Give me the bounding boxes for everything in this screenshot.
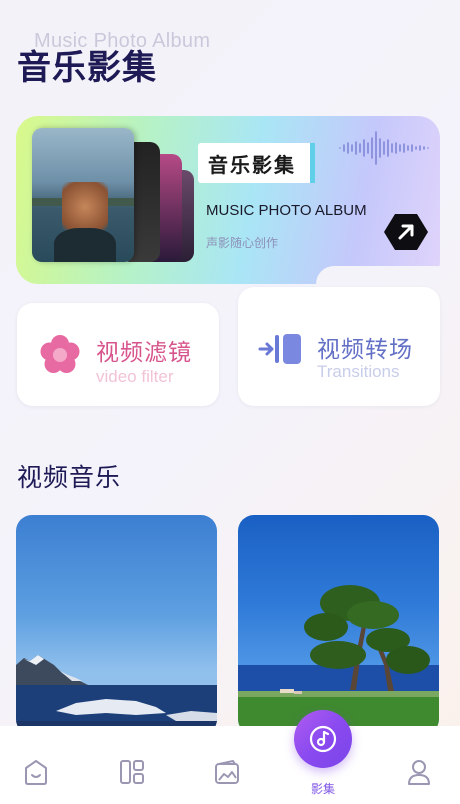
section-title: 视频音乐 xyxy=(17,463,122,492)
nav-item-profile[interactable] xyxy=(399,752,439,792)
media-card-1[interactable] xyxy=(16,515,217,735)
music-album-banner[interactable]: 音乐影集 MUSIC PHOTO ALBUM 声影随心创作 xyxy=(16,116,440,286)
video-filter-subtitle: video filter xyxy=(96,367,174,386)
bottom-navigation-bar xyxy=(0,726,460,804)
banner-tag-accent xyxy=(310,143,315,183)
video-filter-title: 视频滤镜 xyxy=(96,340,192,366)
sound-wave-icon xyxy=(339,131,429,165)
seaside-tree-image xyxy=(238,585,439,735)
video-transition-title: 视频转场 xyxy=(317,337,413,363)
video-filter-card[interactable]: 视频滤镜 video filter xyxy=(17,303,219,406)
nav-item-gallery[interactable] xyxy=(207,752,247,792)
banner-subtitle: 声影随心创作 xyxy=(206,236,279,250)
profile-icon xyxy=(408,760,430,785)
banner-tag: 音乐影集 xyxy=(198,143,314,183)
fjord-image xyxy=(16,655,217,735)
flower-icon xyxy=(40,335,80,373)
wallet-icon xyxy=(215,760,239,784)
nav-item-home[interactable] xyxy=(16,752,56,792)
transition-icon xyxy=(258,334,301,364)
photo-shoulder xyxy=(54,228,116,262)
video-transition-card[interactable]: 视频转场 Transitions xyxy=(238,287,440,406)
nav-item-album-label: 影集 xyxy=(310,782,335,796)
nav-item-album[interactable] xyxy=(294,710,352,768)
banner-title-en: MUSIC PHOTO ALBUM xyxy=(206,202,367,219)
photo-stack xyxy=(32,128,194,263)
banner-cutout xyxy=(316,266,440,286)
page-title: 音乐影集 xyxy=(17,48,157,88)
media-card-2[interactable] xyxy=(238,515,439,735)
stack-photo-front xyxy=(32,128,134,262)
music-disc-icon xyxy=(309,725,337,753)
layout-icon xyxy=(120,760,144,784)
nav-item-layout[interactable] xyxy=(112,752,152,792)
arrow-up-right-icon[interactable] xyxy=(384,212,428,252)
video-transition-subtitle: Transitions xyxy=(317,362,400,381)
smile-icon xyxy=(25,760,47,785)
